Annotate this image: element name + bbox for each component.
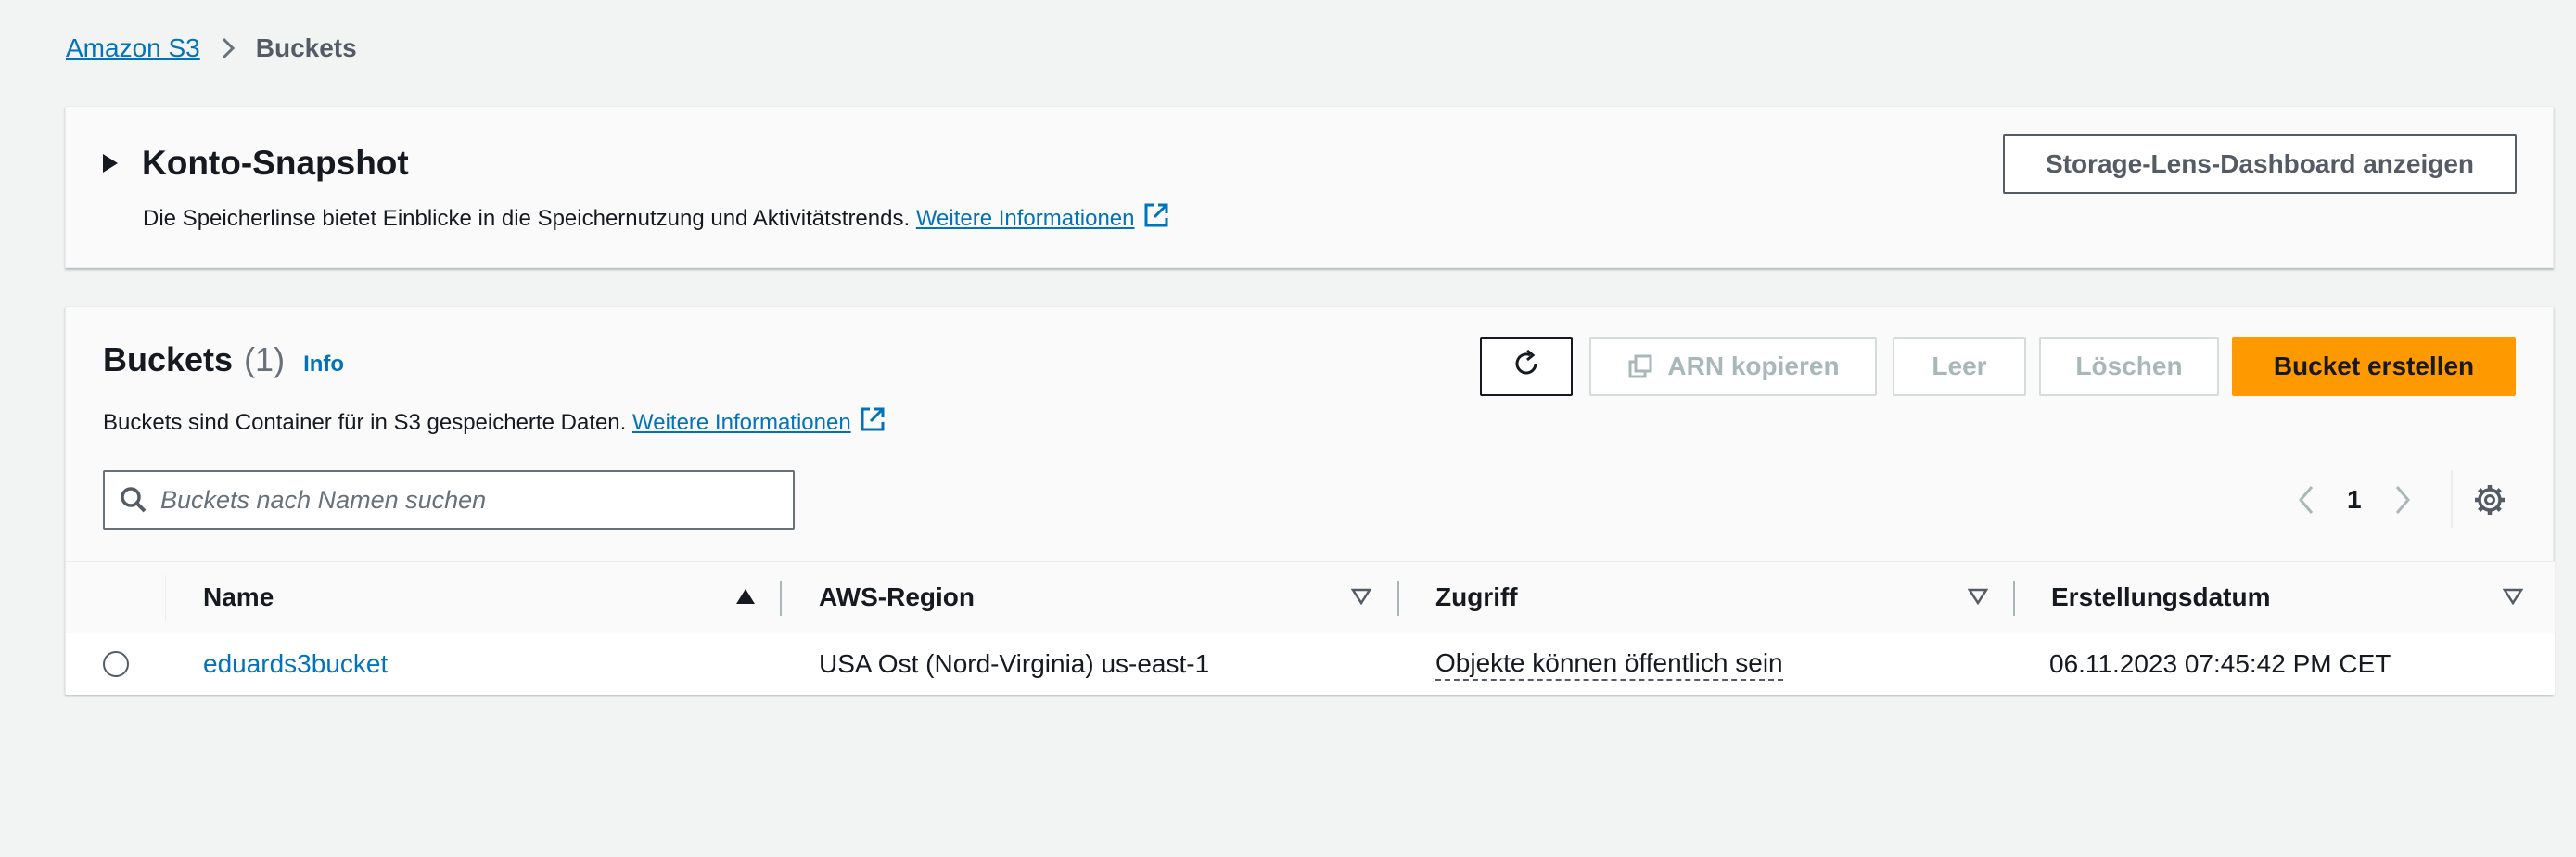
column-header-region-label: AWS-Region xyxy=(819,582,975,611)
column-header-access[interactable]: Zugriff xyxy=(1435,562,1518,633)
bucket-creation-date-cell: 06.11.2023 07:45:42 PM CET xyxy=(2049,649,2391,678)
column-header-name-label: Name xyxy=(203,582,274,611)
breadcrumb-amazon-s3-link[interactable]: Amazon S3 xyxy=(66,33,200,63)
breadcrumb: Amazon S3 Buckets xyxy=(66,28,357,69)
column-divider xyxy=(165,575,166,621)
gear-icon[interactable] xyxy=(2473,483,2506,521)
external-link-icon xyxy=(1142,201,1170,236)
buckets-header: Buckets (1) Info xyxy=(103,340,344,379)
column-header-creation-date[interactable]: Erstellungsdatum xyxy=(2051,562,2270,633)
column-header-region[interactable]: AWS-Region xyxy=(819,562,975,633)
column-header-access-label: Zugriff xyxy=(1435,582,1518,611)
bucket-region-cell: USA Ost (Nord-Virginia) us-east-1 xyxy=(819,649,1210,678)
sort-ascending-icon[interactable] xyxy=(735,588,756,609)
buckets-description: Buckets sind Container für in S3 gespeic… xyxy=(103,405,886,440)
bucket-access-cell: Objekte können öffentlich sein xyxy=(1435,633,1783,695)
bucket-access-value[interactable]: Objekte können öffentlich sein xyxy=(1435,648,1783,681)
bucket-search-field[interactable] xyxy=(103,470,795,530)
buckets-title: Buckets xyxy=(103,340,234,378)
bucket-search-input[interactable] xyxy=(160,485,754,515)
copy-icon xyxy=(1626,352,1654,380)
table-header: Name AWS-Region Zugriff Erstellungsdatum xyxy=(66,561,2555,633)
sort-icon[interactable] xyxy=(1967,588,1989,609)
chevron-right-icon[interactable] xyxy=(2393,484,2412,516)
account-snapshot-title: Konto-Snapshot xyxy=(142,144,409,182)
chevron-left-icon[interactable] xyxy=(2297,484,2315,516)
caret-right-icon xyxy=(103,154,118,173)
buckets-count: (1) xyxy=(244,340,286,378)
buckets-description-text: Buckets sind Container für in S3 gespeic… xyxy=(103,409,627,435)
page-number[interactable]: 1 xyxy=(2347,485,2362,515)
info-link[interactable]: Info xyxy=(303,352,344,377)
copy-arn-button[interactable]: ARN kopieren xyxy=(1589,337,1877,396)
external-link-icon xyxy=(859,405,886,440)
snapshot-learn-more-link[interactable]: Weitere Informationen xyxy=(916,206,1135,232)
row-select-radio[interactable] xyxy=(103,651,129,677)
buckets-learn-more-link[interactable]: Weitere Informationen xyxy=(632,410,851,436)
storage-lens-dashboard-button[interactable]: Storage-Lens-Dashboard anzeigen xyxy=(2003,134,2517,194)
search-icon xyxy=(120,486,147,514)
account-snapshot-description: Die Speicherlinse bietet Einblicke in di… xyxy=(143,201,1170,236)
account-snapshot-toggle[interactable]: Konto-Snapshot xyxy=(103,144,409,183)
delete-bucket-button[interactable]: Löschen xyxy=(2039,337,2219,396)
bucket-name-cell: eduards3bucket xyxy=(203,633,388,695)
breadcrumb-current: Buckets xyxy=(255,33,357,62)
create-bucket-button[interactable]: Bucket erstellen xyxy=(2232,337,2516,396)
column-divider xyxy=(2013,581,2015,616)
chevron-right-icon xyxy=(221,36,236,60)
column-divider xyxy=(1397,581,1399,616)
account-snapshot-panel: Konto-Snapshot Die Speicherlinse bietet … xyxy=(65,106,2554,268)
pagination: 1 xyxy=(2297,472,2412,528)
bucket-name-link[interactable]: eduards3bucket xyxy=(203,649,388,679)
column-divider xyxy=(780,581,782,616)
copy-arn-label: ARN kopieren xyxy=(1667,352,1840,380)
pagination-divider xyxy=(2451,470,2453,528)
table-row: eduards3bucket USA Ost (Nord-Virginia) u… xyxy=(66,633,2555,695)
empty-bucket-button[interactable]: Leer xyxy=(1893,337,2026,396)
sort-icon[interactable] xyxy=(1350,588,1372,609)
column-header-creation-date-label: Erstellungsdatum xyxy=(2051,582,2271,611)
row-select-cell xyxy=(103,633,129,695)
sort-icon[interactable] xyxy=(2502,588,2524,609)
refresh-icon xyxy=(1510,347,1543,387)
account-snapshot-description-text: Die Speicherlinse bietet Einblicke in di… xyxy=(143,205,911,231)
refresh-button[interactable] xyxy=(1480,337,1573,396)
column-header-name[interactable]: Name xyxy=(203,562,274,633)
buckets-panel: Buckets (1) Info Buckets sind Container … xyxy=(65,306,2555,695)
